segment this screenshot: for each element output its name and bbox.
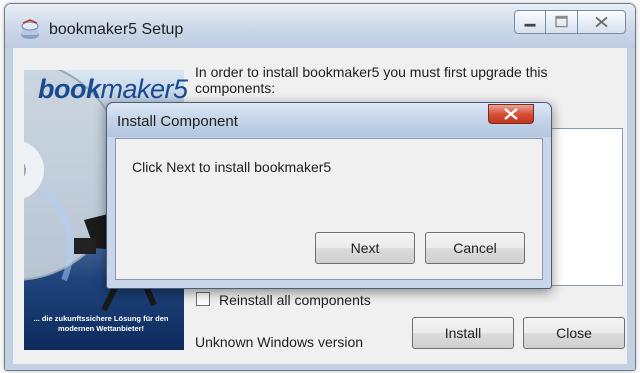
- install-component-dialog: Install Component Click Next to install …: [106, 102, 552, 289]
- dialog-close-button[interactable]: [488, 104, 534, 124]
- maximize-icon: [555, 15, 568, 28]
- reinstall-checkbox[interactable]: [196, 292, 210, 306]
- window-title: bookmaker5 Setup: [49, 21, 184, 38]
- intro-message: In order to install bookmaker5 you must …: [195, 64, 548, 96]
- dialog-title: Install Component: [117, 113, 238, 130]
- minimize-icon: [524, 23, 536, 27]
- maximize-button[interactable]: [546, 10, 578, 34]
- window-close-button[interactable]: [578, 10, 626, 34]
- status-text: Unknown Windows version: [195, 334, 364, 350]
- dialog-message: Click Next to install bookmaker5: [132, 159, 332, 175]
- cancel-button[interactable]: Cancel: [425, 232, 525, 264]
- minimize-button[interactable]: [514, 10, 546, 34]
- window-frame-left: [5, 48, 13, 370]
- dialog-body: Click Next to install bookmaker5 Next Ca…: [115, 138, 543, 280]
- window-frame-right: [627, 48, 635, 370]
- bookmaker5-logo: bookmaker5: [38, 74, 188, 105]
- banner-tagline: ... die zukunftssichere Lösung für den m…: [33, 314, 169, 333]
- components-list[interactable]: [543, 128, 623, 286]
- logo-text-thin: maker5: [100, 74, 189, 104]
- close-icon: [504, 108, 518, 120]
- window-frame-bottom: [5, 364, 635, 370]
- reinstall-label: Reinstall all components: [219, 292, 371, 308]
- close-icon: [595, 16, 608, 28]
- setup-box-icon: [21, 19, 39, 39]
- install-button[interactable]: Install: [412, 317, 514, 349]
- next-button[interactable]: Next: [315, 232, 415, 264]
- logo-text-bold: book: [38, 74, 101, 104]
- close-button[interactable]: Close: [523, 317, 625, 349]
